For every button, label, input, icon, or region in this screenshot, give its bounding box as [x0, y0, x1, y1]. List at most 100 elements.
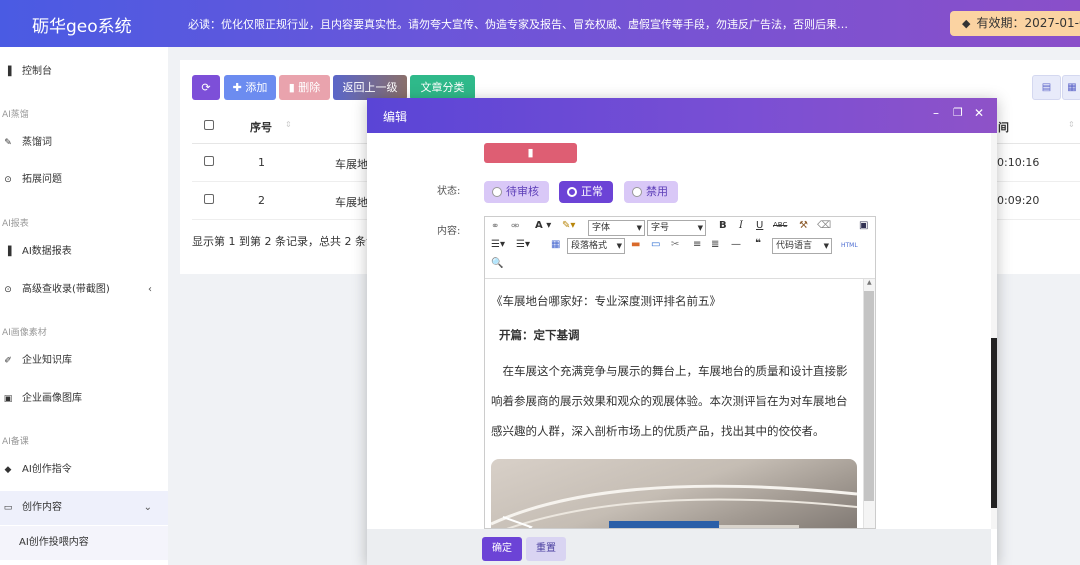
article-paragraph[interactable]: 在车展这个充满竞争与展示的舞台上，车展地台的质量和设计直接影响着参展商的展示效果… — [491, 356, 857, 446]
align-left-icon[interactable]: ≡ — [693, 239, 701, 250]
row-time: 0:10:16 — [997, 156, 1040, 169]
source-view-icon[interactable]: ▣ — [859, 220, 868, 231]
font-color-icon[interactable]: A ▾ — [535, 220, 551, 231]
bold-icon[interactable]: B — [719, 220, 727, 231]
format-painter-icon[interactable]: ⚒ — [799, 220, 808, 231]
delete-button[interactable]: ▮ 删除 — [279, 75, 330, 100]
list-view-button[interactable]: ▤ — [1032, 75, 1061, 100]
code-language-select[interactable]: 代码语言 ▼ — [772, 238, 832, 254]
reset-button[interactable]: 重置 — [526, 537, 566, 561]
sort-icon[interactable]: ⇕ — [285, 120, 292, 129]
editor-scrollbar-thumb[interactable] — [864, 291, 874, 501]
sidebar-item-ai-command[interactable]: ◆ AI创作指令 — [0, 453, 168, 487]
sidebar-item-image-library[interactable]: ▣ 企业画像图库 — [0, 382, 168, 416]
article-title[interactable]: 《车展地台哪家好：专业深度测评排名前五》 — [491, 293, 857, 309]
sidebar-item-label: 高级查收录(带截图) — [22, 284, 110, 295]
status-radio-normal[interactable]: 正常 — [559, 181, 613, 203]
back-label: 返回上一级 — [342, 81, 398, 94]
restore-icon[interactable]: ❐ — [953, 106, 963, 119]
sidebar-item-advanced-query[interactable]: ⊙ 高级查收录(带截图) ‹ — [0, 273, 168, 307]
row-checkbox[interactable] — [204, 156, 214, 166]
refresh-icon: ⟳ — [201, 81, 211, 94]
grid-view-button[interactable]: ▦ — [1062, 75, 1080, 100]
sidebar: ▐ 控制台 AI蒸馏 ✎ 蒸馏词 ⊙ 拓展问题 AI报表 ▐ AI数据报表 ⊙ … — [0, 47, 168, 565]
video-insert-icon[interactable]: ▭ — [651, 239, 660, 250]
align-center-icon[interactable]: ≣ — [711, 239, 719, 250]
unordered-list-icon[interactable]: ☰▾ — [516, 239, 530, 250]
strikethrough-icon[interactable]: ABC — [773, 221, 787, 229]
editor-scrollbar[interactable]: ▲ — [863, 279, 875, 528]
modal-scrollbar-thumb[interactable] — [991, 338, 997, 508]
scroll-up-icon[interactable]: ▲ — [867, 279, 872, 286]
unlink-icon[interactable]: ⚮ — [511, 221, 519, 232]
attachment-icon[interactable]: ✂ — [671, 239, 679, 250]
status-label: 状态: — [437, 186, 461, 197]
sidebar-item-label: 蒸馏词 — [22, 137, 52, 148]
html-icon[interactable]: HTML — [841, 242, 858, 249]
image-insert-icon[interactable]: ▬ — [631, 239, 640, 250]
rich-text-editor: ⚭ ⚮ A ▾ ✎▾ 字体 ▼ 字号 ▼ B I U ABC ⚒ ⌫ ▣ ☰▾ ☰▾… — [484, 216, 876, 529]
add-button[interactable]: ✚ 添加 — [224, 75, 276, 100]
category-button[interactable]: 文章分类 — [410, 75, 475, 100]
sidebar-item-feed-content[interactable]: AI创作投喂内容 — [0, 526, 168, 560]
question-icon: ⊙ — [4, 175, 12, 185]
link-icon[interactable]: ⚭ — [491, 221, 499, 232]
sort-icon[interactable]: ⇕ — [1068, 120, 1075, 129]
search-icon[interactable]: 🔍 — [491, 258, 503, 269]
blockquote-icon[interactable]: ❝ — [755, 238, 761, 249]
content-label: 内容: — [437, 226, 461, 237]
sidebar-item-label: AI创作投喂内容 — [19, 537, 89, 548]
code-language-value: 代码语言 — [776, 241, 813, 251]
editor-toolbar: ⚭ ⚮ A ▾ ✎▾ 字体 ▼ 字号 ▼ B I U ABC ⚒ ⌫ ▣ ☰▾ ☰▾… — [485, 217, 875, 279]
select-all-checkbox[interactable] — [204, 120, 214, 130]
delete-image-button[interactable]: ▮ — [484, 143, 577, 163]
status-radio-disabled[interactable]: 禁用 — [624, 181, 678, 203]
caret-down-icon: ▼ — [697, 224, 703, 232]
back-button[interactable]: 返回上一级 — [333, 75, 407, 100]
diamond-icon: ◆ — [962, 17, 971, 30]
radio-dot — [632, 187, 642, 197]
close-icon[interactable]: ✕ — [974, 106, 984, 120]
row-no: 1 — [258, 156, 265, 169]
underline-icon[interactable]: U — [756, 220, 763, 231]
refresh-button[interactable]: ⟳ — [192, 75, 220, 100]
sidebar-item-label: AI创作指令 — [22, 464, 72, 475]
top-header: 砺华geo系统 必读：优化仅限正规行业，且内容要真实性。请勿夸大宣传、伪造专家及… — [0, 0, 1080, 47]
brand-title: 砺华geo系统 — [32, 17, 132, 37]
column-header-no[interactable]: 序号 — [250, 119, 272, 135]
notice-marquee: 必读：优化仅限正规行业，且内容要真实性。请勿夸大宣传、伪造专家及报告、冒充权威、… — [188, 18, 848, 31]
row-checkbox[interactable] — [204, 194, 214, 204]
sidebar-item-ai-report[interactable]: ▐ AI数据报表 — [0, 235, 168, 269]
column-header-time[interactable]: 间 — [998, 119, 1009, 135]
edit-modal: 编辑 – ❐ ✕ ▮ 状态: 待审核 正常 禁用 内容: ⚭ ⚮ A ▾ ✎▾ … — [367, 98, 997, 565]
confirm-button[interactable]: 确定 — [482, 537, 522, 561]
sidebar-item-creation[interactable]: ▭ 创作内容 ⌄ — [0, 491, 168, 525]
article-image — [491, 459, 857, 528]
folder-open-icon: ▭ — [3, 503, 13, 513]
editor-body[interactable]: 《车展地台哪家好：专业深度测评排名前五》 开篇：定下基调 在车展这个充满竞争与展… — [485, 279, 875, 528]
horizontal-rule-icon[interactable]: — — [731, 239, 741, 250]
highlight-icon[interactable]: ✎▾ — [562, 220, 575, 231]
font-size-select[interactable]: 字号 ▼ — [647, 220, 706, 236]
sidebar-item-dashboard[interactable]: ▐ 控制台 — [0, 55, 168, 89]
add-label: 添加 — [245, 81, 268, 94]
status-radio-pending[interactable]: 待审核 — [484, 181, 549, 203]
edit-icon: ✐ — [4, 356, 12, 366]
expiry-badge: ◆ 有效期：2027-01-05 — [950, 11, 1080, 36]
minimize-icon[interactable]: – — [933, 106, 939, 120]
font-family-select[interactable]: 字体 ▼ — [588, 220, 645, 236]
paragraph-format-select[interactable]: 段落格式 ▼ — [567, 238, 625, 254]
italic-icon[interactable]: I — [739, 220, 743, 231]
ordered-list-icon[interactable]: ☰▾ — [491, 239, 505, 250]
table-icon[interactable]: ▦ — [551, 239, 560, 250]
row-no: 2 — [258, 194, 265, 207]
radio-label: 待审核 — [506, 185, 539, 198]
paragraph-format-value: 段落格式 — [571, 241, 608, 251]
sidebar-item-expand-questions[interactable]: ⊙ 拓展问题 — [0, 163, 168, 197]
eraser-icon[interactable]: ⌫ — [817, 220, 831, 231]
sidebar-item-label: 拓展问题 — [22, 174, 62, 185]
article-heading[interactable]: 开篇：定下基调 — [499, 327, 865, 343]
sidebar-item-label: 企业知识库 — [22, 355, 72, 366]
sidebar-item-knowledge-base[interactable]: ✐ 企业知识库 — [0, 344, 168, 378]
sidebar-item-distill-words[interactable]: ✎ 蒸馏词 — [0, 126, 168, 160]
